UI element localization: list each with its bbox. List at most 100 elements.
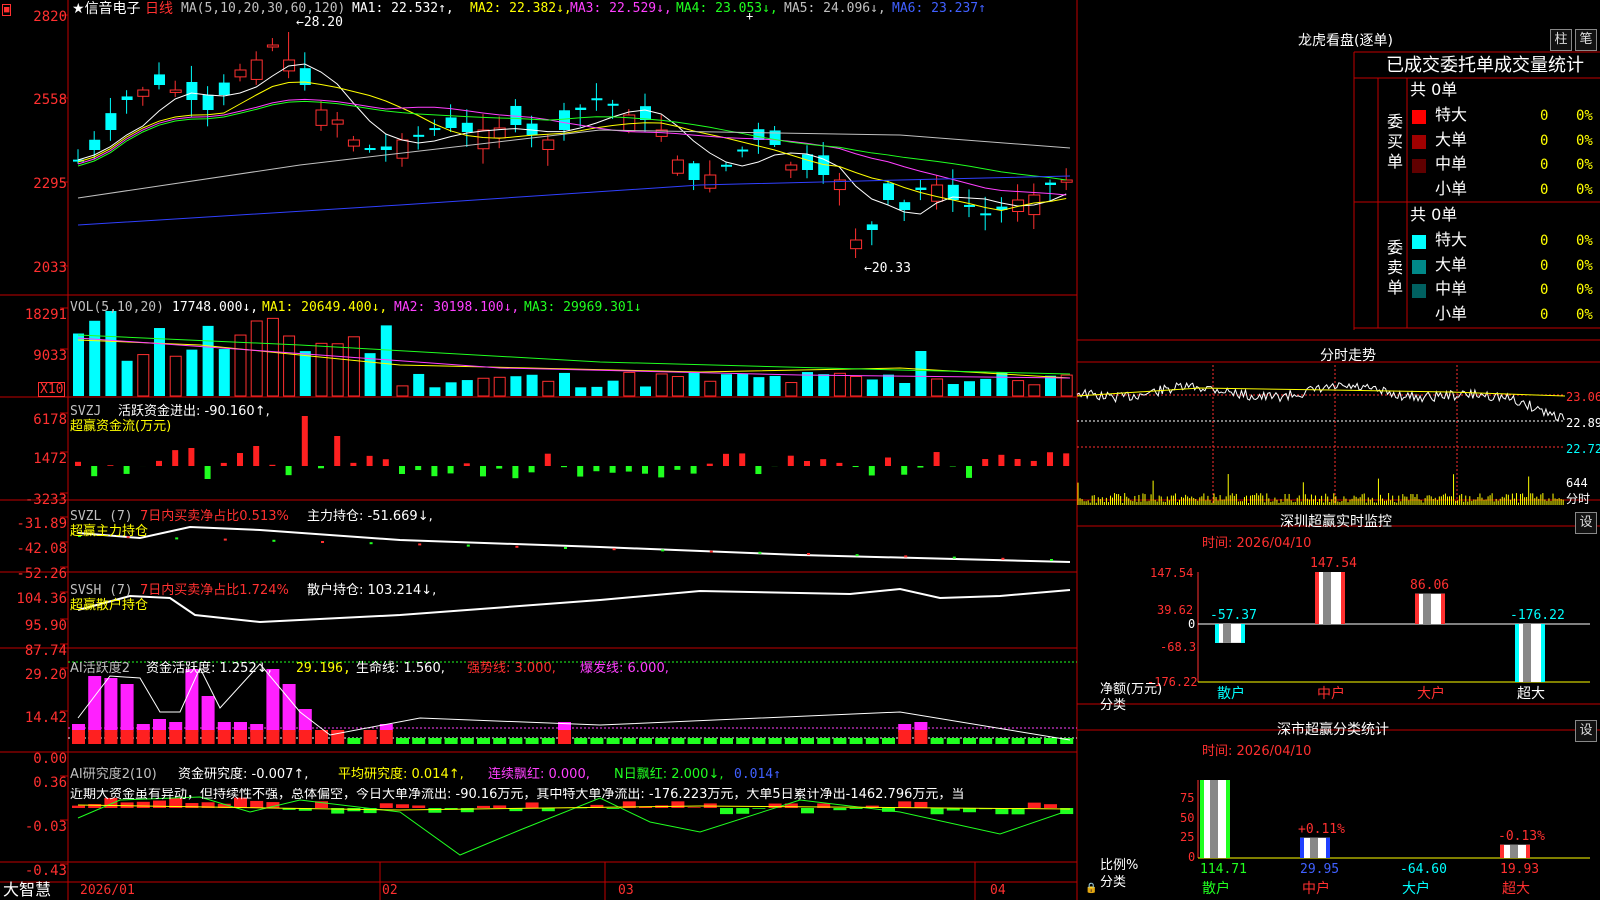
volume-bar-down [73,333,84,396]
active-bar-green [946,738,960,744]
tick-mode-button[interactable]: 笔 [1575,29,1597,51]
volume-bar-down [915,351,927,396]
volume-bar-up [169,355,182,397]
class-bar-edge [1326,837,1330,858]
active-bar-magenta [104,678,118,732]
order-type-label: 特大 [1435,105,1468,124]
candle-body-down [461,122,473,132]
y-tick-ai-active-3: 0.00 [33,751,67,767]
order-pct: 0% [1576,282,1593,298]
y-tick-ai-research-2: -0.03 [24,819,67,835]
order-pct: 0% [1576,157,1593,173]
ai-research-last: 0.014↑ [734,767,781,782]
lock-icon[interactable]: 🔒 [1085,884,1097,894]
ai-research-red-run: 连续飘红: 0.000, [488,767,590,782]
class-category-label: 大户 [1402,881,1430,897]
volume-bar-up [542,380,555,397]
candle-body-down [559,110,570,130]
research-bar [250,800,264,808]
volume-bar-down [299,351,311,396]
active-bar-red [298,730,312,744]
class-bar-edge [1300,837,1304,858]
class-stats-settings-button[interactable]: 设 [1575,720,1597,742]
sz-monitor-settings-button[interactable]: 设 [1575,512,1597,534]
order-type-label: 大单 [1435,129,1468,149]
volume-bar-up [137,354,150,397]
research-bar [379,803,393,808]
sz-bar-edge [1341,572,1345,624]
candle-body-up [266,44,279,48]
sz-bar-value: 86.06 [1410,577,1450,593]
svzl-ratio: 7日内买卖净占比0.513% [140,509,289,524]
active-bar-green [849,738,863,744]
money-flow-bar [917,466,924,468]
research-bar [1027,802,1041,808]
volume-bar-up [477,377,490,397]
candle-body-down [721,164,732,167]
active-bar-red [169,730,183,744]
money-flow-bar [350,462,357,466]
sz-ytick-1: 147.54 [1150,566,1194,580]
main-position-dot [223,538,227,541]
order-count: 0 [1540,257,1549,274]
active-bar-green [493,738,507,744]
active-bar-green [541,738,555,744]
order-pct: 0% [1576,181,1593,198]
sz-bar-edge [1241,624,1245,643]
sz-bar-shade [1423,593,1431,624]
main-position-dot [612,548,616,551]
volume-bar-down [186,349,198,396]
class-bar-edge [1226,780,1230,858]
active-bar-red [136,730,150,744]
volume-bar-down [559,372,570,396]
money-flow-bar [91,466,98,477]
money-flow-bar [480,466,486,477]
money-flow-bar [609,466,616,473]
volume-bar-up [931,378,944,397]
candle-body-up [250,59,263,80]
y-tick-ai-active-2: 14.42 [24,710,67,726]
money-flow-bar [642,466,648,474]
kline-chart-canvas[interactable] [0,0,1600,900]
brand-logo: 大智慧 [3,880,52,899]
order-type-label: 特大 [1435,230,1468,249]
ma3-value: MA3: 22.529↓, [570,1,672,16]
volume-bar-up [396,385,409,397]
main-position-dot [515,545,519,548]
money-flow-bar [804,460,810,466]
class-stats-title: 深市超赢分类统计 [1277,722,1389,738]
main-position-dot [855,554,859,557]
active-bar-red [379,730,393,744]
bar-mode-button[interactable]: 柱 [1550,29,1572,51]
money-flow-bar [463,463,470,466]
period-label[interactable]: 日线 [145,1,173,17]
money-flow-bar [820,459,827,466]
active-bar-green [396,738,409,744]
main-position-dot [321,541,324,543]
candle-body-up [347,139,360,147]
active-bar-green [736,738,750,744]
sz-monitor-time: 时间: 2026/04/10 [1202,536,1312,551]
stock-name: 信音电子 [84,1,141,17]
volume-bar-up [234,334,247,397]
sell-total: 共 0单 [1410,205,1458,224]
ma6-value: MA6: 23.237↑ [892,1,986,16]
money-flow-bar [447,466,454,474]
crosshair-cursor: + [746,9,754,23]
ai-active-label: AI活跃度2 [70,661,130,676]
research-bar [768,803,782,808]
money-flow-bar [1030,460,1037,466]
order-color-swatch [1412,259,1426,274]
volume-bar-down [461,380,473,396]
class-ytick-4: 0 [1188,850,1196,864]
candle-body-down [899,202,911,210]
svsh-subtitle: 超赢散户持仓 [70,598,149,613]
intraday-tick-5: 分时 [1566,492,1591,506]
order-color-swatch [1412,235,1426,249]
research-bar [72,805,85,808]
active-bar-green [865,738,879,744]
sz-bar-edge [1215,624,1219,643]
active-bar-green [460,738,474,744]
volume-bar-up [655,373,668,397]
candle-body-down [429,128,441,131]
